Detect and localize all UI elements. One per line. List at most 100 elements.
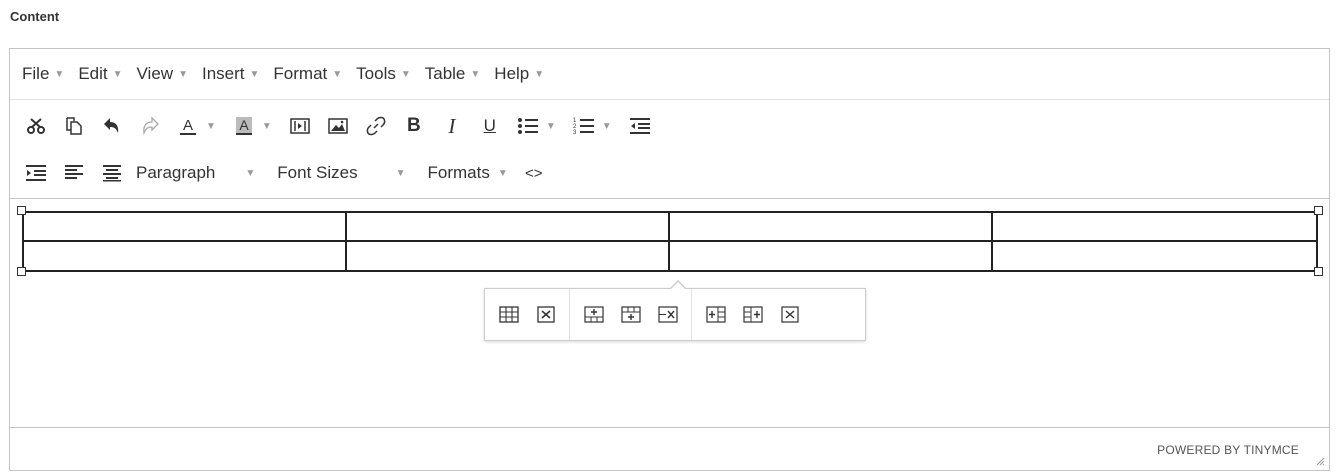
content-table[interactable] — [22, 211, 1318, 272]
insert-column-before-icon — [705, 305, 726, 323]
table-properties-button[interactable] — [493, 300, 524, 330]
chevron-down-icon[interactable]: ▼ — [602, 121, 612, 132]
bullet-list-split[interactable]: ▼ — [512, 111, 562, 141]
font-sizes-select[interactable]: Font Sizes ▼ — [277, 158, 405, 188]
align-left-icon — [65, 165, 83, 179]
chevron-down-icon: ▼ — [245, 167, 256, 179]
bold-button[interactable]: B — [398, 111, 430, 141]
menu-label: File — [22, 64, 50, 83]
numbered-list-split[interactable]: 123 ▼ — [568, 111, 618, 141]
menu-help[interactable]: Help ▼ — [494, 59, 544, 89]
menu-view[interactable]: View ▼ — [137, 59, 188, 89]
editor-content-area[interactable] — [10, 199, 1329, 428]
media-icon — [290, 118, 310, 134]
menu-tools[interactable]: Tools ▼ — [356, 59, 411, 89]
indent-button[interactable] — [20, 158, 52, 188]
table-cell[interactable] — [993, 242, 1316, 271]
background-color-split[interactable]: A ▼ — [228, 111, 278, 141]
powered-by-link[interactable]: POWERED BY TINYMCE — [1157, 443, 1299, 457]
formats-select[interactable]: Formats ▼ — [428, 158, 508, 188]
row-group — [570, 289, 692, 340]
chevron-down-icon: ▼ — [54, 68, 65, 80]
table-group — [485, 289, 570, 340]
menu-table[interactable]: Table ▼ — [425, 59, 481, 89]
svg-text:A: A — [239, 117, 249, 133]
text-color-button[interactable]: A — [172, 111, 204, 141]
menu-label: View — [136, 64, 174, 83]
align-center-button[interactable] — [96, 158, 128, 188]
cut-button[interactable] — [20, 111, 52, 141]
insert-column-before-button[interactable] — [700, 300, 731, 330]
indent-icon — [26, 165, 46, 181]
block-format-label: Paragraph — [136, 163, 216, 182]
source-code-button[interactable]: <> — [518, 158, 550, 188]
block-format-select[interactable]: Paragraph ▼ — [136, 158, 255, 188]
chevron-down-icon: ▼ — [112, 68, 123, 80]
insert-row-after-button[interactable] — [615, 300, 646, 330]
image-button[interactable] — [322, 111, 354, 141]
chevron-down-icon: ▼ — [534, 68, 545, 80]
bullet-list-button[interactable] — [512, 111, 544, 141]
chevron-down-icon: ▼ — [395, 167, 406, 179]
bold-icon: B — [406, 115, 421, 136]
delete-row-icon — [657, 305, 678, 323]
chevron-down-icon[interactable]: ▼ — [262, 121, 272, 132]
undo-button[interactable] — [96, 111, 128, 141]
menu-label: Edit — [78, 64, 108, 83]
insert-row-before-button[interactable] — [578, 300, 609, 330]
resize-handle-bottom-left[interactable] — [17, 267, 26, 276]
underline-button[interactable]: U — [474, 111, 506, 141]
table-cell[interactable] — [993, 213, 1316, 242]
table-context-toolbar — [484, 280, 866, 341]
copy-button[interactable] — [58, 111, 90, 141]
insert-row-before-icon — [583, 305, 604, 323]
menu-edit[interactable]: Edit ▼ — [78, 59, 122, 89]
redo-button[interactable] — [134, 111, 166, 141]
table-cell[interactable] — [24, 241, 347, 270]
delete-row-button[interactable] — [652, 300, 683, 330]
status-bar: POWERED BY TINYMCE — [10, 427, 1329, 470]
resize-handle-top-right[interactable] — [1314, 206, 1323, 215]
resize-handle-top-left[interactable] — [17, 206, 26, 215]
toolbar-row-1: A ▼ A ▼ B I U ▼ 1 2 3 ▼ — [20, 106, 662, 146]
text-color-split[interactable]: A ▼ — [172, 111, 222, 141]
underline-icon: U — [483, 116, 496, 135]
table-cell[interactable] — [347, 213, 670, 242]
menu-insert[interactable]: Insert ▼ — [202, 59, 259, 89]
insert-row-after-icon — [620, 305, 641, 323]
align-center-icon — [103, 165, 121, 182]
link-button[interactable] — [360, 111, 392, 141]
table-cell[interactable] — [347, 241, 670, 270]
chevron-down-icon: ▼ — [332, 68, 343, 80]
chevron-down-icon[interactable]: ▼ — [546, 121, 556, 132]
delete-table-button[interactable] — [530, 300, 561, 330]
toolbar: A ▼ A ▼ B I U ▼ 1 2 3 ▼ Paragraph ▼ Font… — [10, 100, 1329, 199]
chevron-down-icon[interactable]: ▼ — [206, 121, 216, 132]
toolbar-row-2: Paragraph ▼ Font Sizes ▼ Formats ▼ <> — [20, 153, 556, 193]
outdent-icon — [629, 118, 650, 134]
table-cell[interactable] — [24, 213, 347, 242]
column-group — [692, 289, 813, 340]
delete-column-button[interactable] — [774, 300, 805, 330]
menu-label: Table — [424, 64, 466, 83]
table-cell[interactable] — [670, 241, 993, 270]
delete-column-icon — [780, 305, 799, 323]
menu-label: Insert — [201, 64, 245, 83]
copy-icon — [66, 117, 82, 135]
table-cell[interactable] — [670, 213, 993, 242]
media-button[interactable] — [284, 111, 316, 141]
align-left-button[interactable] — [58, 158, 90, 188]
italic-button[interactable]: I — [436, 111, 468, 141]
menu-format[interactable]: Format ▼ — [273, 59, 342, 89]
numbered-list-button[interactable]: 123 — [568, 111, 600, 141]
insert-column-after-button[interactable] — [737, 300, 768, 330]
resize-handle-bottom-right[interactable] — [1314, 267, 1323, 276]
chevron-down-icon: ▼ — [470, 68, 481, 80]
resize-grip-icon[interactable] — [1315, 456, 1325, 466]
chevron-down-icon: ▼ — [178, 68, 188, 80]
background-color-button[interactable]: A — [228, 111, 260, 141]
italic-icon: I — [448, 113, 456, 138]
insert-column-after-icon — [742, 305, 763, 323]
outdent-button[interactable] — [624, 111, 656, 141]
menu-file[interactable]: File ▼ — [22, 59, 64, 89]
